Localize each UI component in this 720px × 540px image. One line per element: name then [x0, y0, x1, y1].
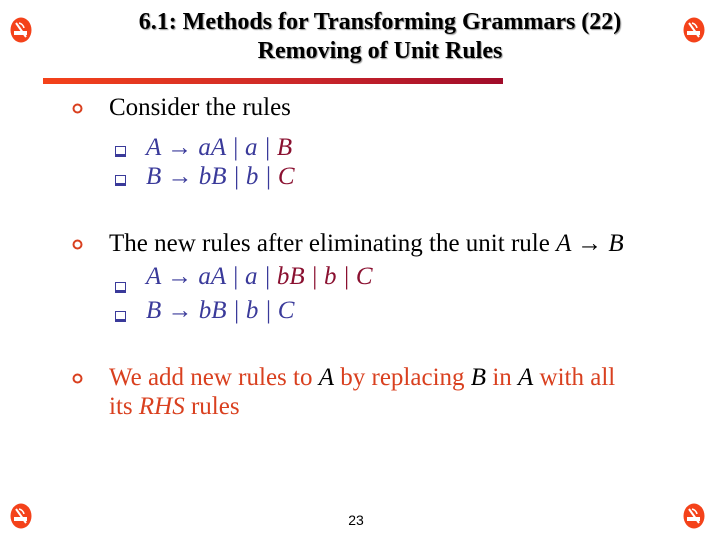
square-bullet-icon: [115, 175, 126, 186]
no-smoking-icon: [10, 503, 32, 529]
bullet-2-text: The new rules after eliminating the unit…: [109, 230, 624, 257]
circle-bullet-icon: [72, 103, 83, 114]
square-bullet-icon: [115, 282, 126, 293]
title-underline: [43, 78, 503, 84]
circle-bullet-icon: [72, 239, 83, 250]
bullet-3-text: We add new rules to A by replacing B in …: [109, 364, 616, 391]
square-bullet-icon: [115, 146, 126, 157]
page-number: 23: [348, 512, 364, 528]
rule-line: B → bB | b | C: [146, 163, 295, 190]
title-line-1: 6.1: Methods for Transforming Grammars (…: [138, 9, 622, 35]
bullet-3-text-cont: its RHS rules: [109, 393, 240, 420]
square-bullet-icon: [115, 311, 126, 322]
no-smoking-icon: [683, 503, 705, 529]
circle-bullet-icon: [72, 373, 83, 384]
rule-line: A → aA | a | B: [146, 134, 293, 161]
slide-title: 6.1: Methods for Transforming Grammars (…: [60, 8, 700, 66]
no-smoking-icon: [10, 17, 32, 43]
title-line-2: Removing of Unit Rules: [257, 38, 503, 64]
rule-line: B → bB | b | C: [146, 297, 295, 324]
rule-line: A → aA | a | bB | b | C: [146, 263, 373, 290]
bullet-1-text: Consider the rules: [109, 94, 291, 121]
